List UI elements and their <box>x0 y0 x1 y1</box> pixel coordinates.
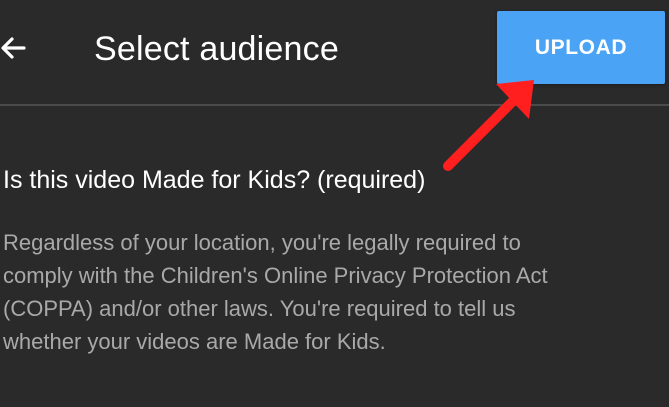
back-arrow-icon <box>1 37 26 59</box>
page-title: Select audience <box>94 30 339 68</box>
back-button[interactable] <box>0 24 40 72</box>
upload-button[interactable]: UPLOAD <box>497 11 665 84</box>
header-divider <box>0 104 669 106</box>
select-audience-screen: Select audience UPLOAD Is this video Mad… <box>0 0 669 407</box>
made-for-kids-question: Is this video Made for Kids? (required) <box>3 166 426 194</box>
coppa-description: Regardless of your location, you're lega… <box>3 230 548 354</box>
app-bar: Select audience UPLOAD <box>0 0 669 104</box>
